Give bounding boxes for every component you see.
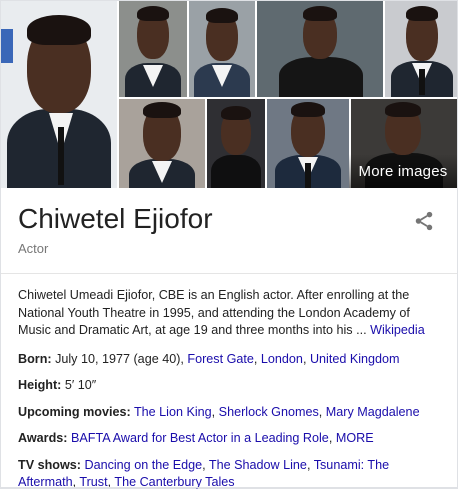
gallery-photo[interactable] [189, 1, 255, 97]
panel-bottom-divider [1, 487, 457, 488]
fact-label: Born: [18, 351, 52, 366]
fact-value: July 10, 1977 (age 40), [51, 351, 188, 366]
photo-subject-body [279, 57, 363, 97]
fact-height: Height: 5′ 10″ [18, 377, 443, 395]
gallery-photo[interactable] [385, 1, 457, 97]
title-section: Chiwetel Ejiofor Actor [1, 188, 457, 274]
photo-subject-hair [27, 15, 91, 45]
separator: , [318, 404, 326, 419]
award-link[interactable]: BAFTA Award for Best Actor in a Leading … [71, 431, 329, 445]
share-icon[interactable] [413, 210, 435, 232]
born-link-london[interactable]: London [261, 352, 303, 366]
separator: , [306, 457, 314, 472]
awards-more-link[interactable]: MORE [336, 431, 374, 445]
photo-subject-tie [419, 69, 425, 95]
photo-subject-collar [152, 161, 172, 183]
tv-show-link[interactable]: The Shadow Line [209, 458, 307, 472]
photo-subject-hair [291, 102, 325, 117]
separator: , [202, 457, 209, 472]
gallery-photo-large[interactable] [1, 1, 117, 188]
photo-subject-hair [137, 6, 169, 21]
fact-label: Height: [18, 378, 62, 392]
gallery-photo[interactable] [267, 99, 349, 188]
photo-subject-hair [406, 6, 438, 21]
description: Chiwetel Umeadi Ejiofor, CBE is an Engli… [18, 287, 443, 340]
gallery-photo[interactable] [257, 1, 383, 97]
born-link-forest-gate[interactable]: Forest Gate [187, 352, 254, 366]
fact-label: Upcoming movies: [18, 404, 131, 419]
movie-link[interactable]: The Lion King [134, 405, 212, 419]
born-link-uk[interactable]: United Kingdom [310, 352, 400, 366]
description-text: Chiwetel Umeadi Ejiofor, CBE is an Engli… [18, 288, 410, 337]
fact-label: TV shows: [18, 457, 81, 472]
gallery-photo[interactable] [119, 1, 187, 97]
photo-subject-hair [385, 102, 421, 117]
fact-born: Born: July 10, 1977 (age 40), Forest Gat… [18, 351, 443, 369]
separator: , [253, 351, 261, 366]
backdrop-logo-mark [1, 29, 13, 63]
movie-link[interactable]: Sherlock Gnomes [219, 405, 319, 419]
tv-show-link[interactable]: Dancing on the Edge [84, 458, 202, 472]
photo-subject-hair [303, 6, 337, 21]
photo-subject-body [211, 155, 261, 188]
photo-subject-hair [143, 102, 181, 118]
image-gallery: More images [1, 1, 457, 188]
gallery-photo[interactable] [207, 99, 265, 188]
fact-label: Awards: [18, 431, 68, 445]
photo-subject-tie [305, 163, 311, 188]
entity-title: Chiwetel Ejiofor [18, 203, 213, 234]
panel-content: Chiwetel Umeadi Ejiofor, CBE is an Engli… [18, 287, 443, 501]
entity-subtitle: Actor [18, 241, 49, 256]
separator: , [328, 431, 336, 445]
fact-awards: Awards: BAFTA Award for Best Actor in a … [18, 430, 443, 448]
wikipedia-link[interactable]: Wikipedia [370, 323, 425, 337]
photo-subject-hair [206, 8, 238, 23]
gallery-photo[interactable] [119, 99, 205, 188]
photo-subject-hair [221, 106, 251, 120]
separator: , [302, 351, 310, 366]
knowledge-panel: More images Chiwetel Ejiofor Actor Chiwe… [0, 0, 458, 489]
fact-upcoming-movies: Upcoming movies: The Lion King, Sherlock… [18, 404, 443, 422]
photo-subject-collar [143, 65, 163, 87]
fact-value: 5′ 10″ [61, 378, 97, 392]
photo-subject-tie [58, 127, 64, 185]
photo-subject-collar [212, 65, 232, 87]
more-images-button[interactable]: More images [349, 154, 457, 188]
movie-link[interactable]: Mary Magdalene [326, 405, 420, 419]
separator: , [211, 404, 219, 419]
